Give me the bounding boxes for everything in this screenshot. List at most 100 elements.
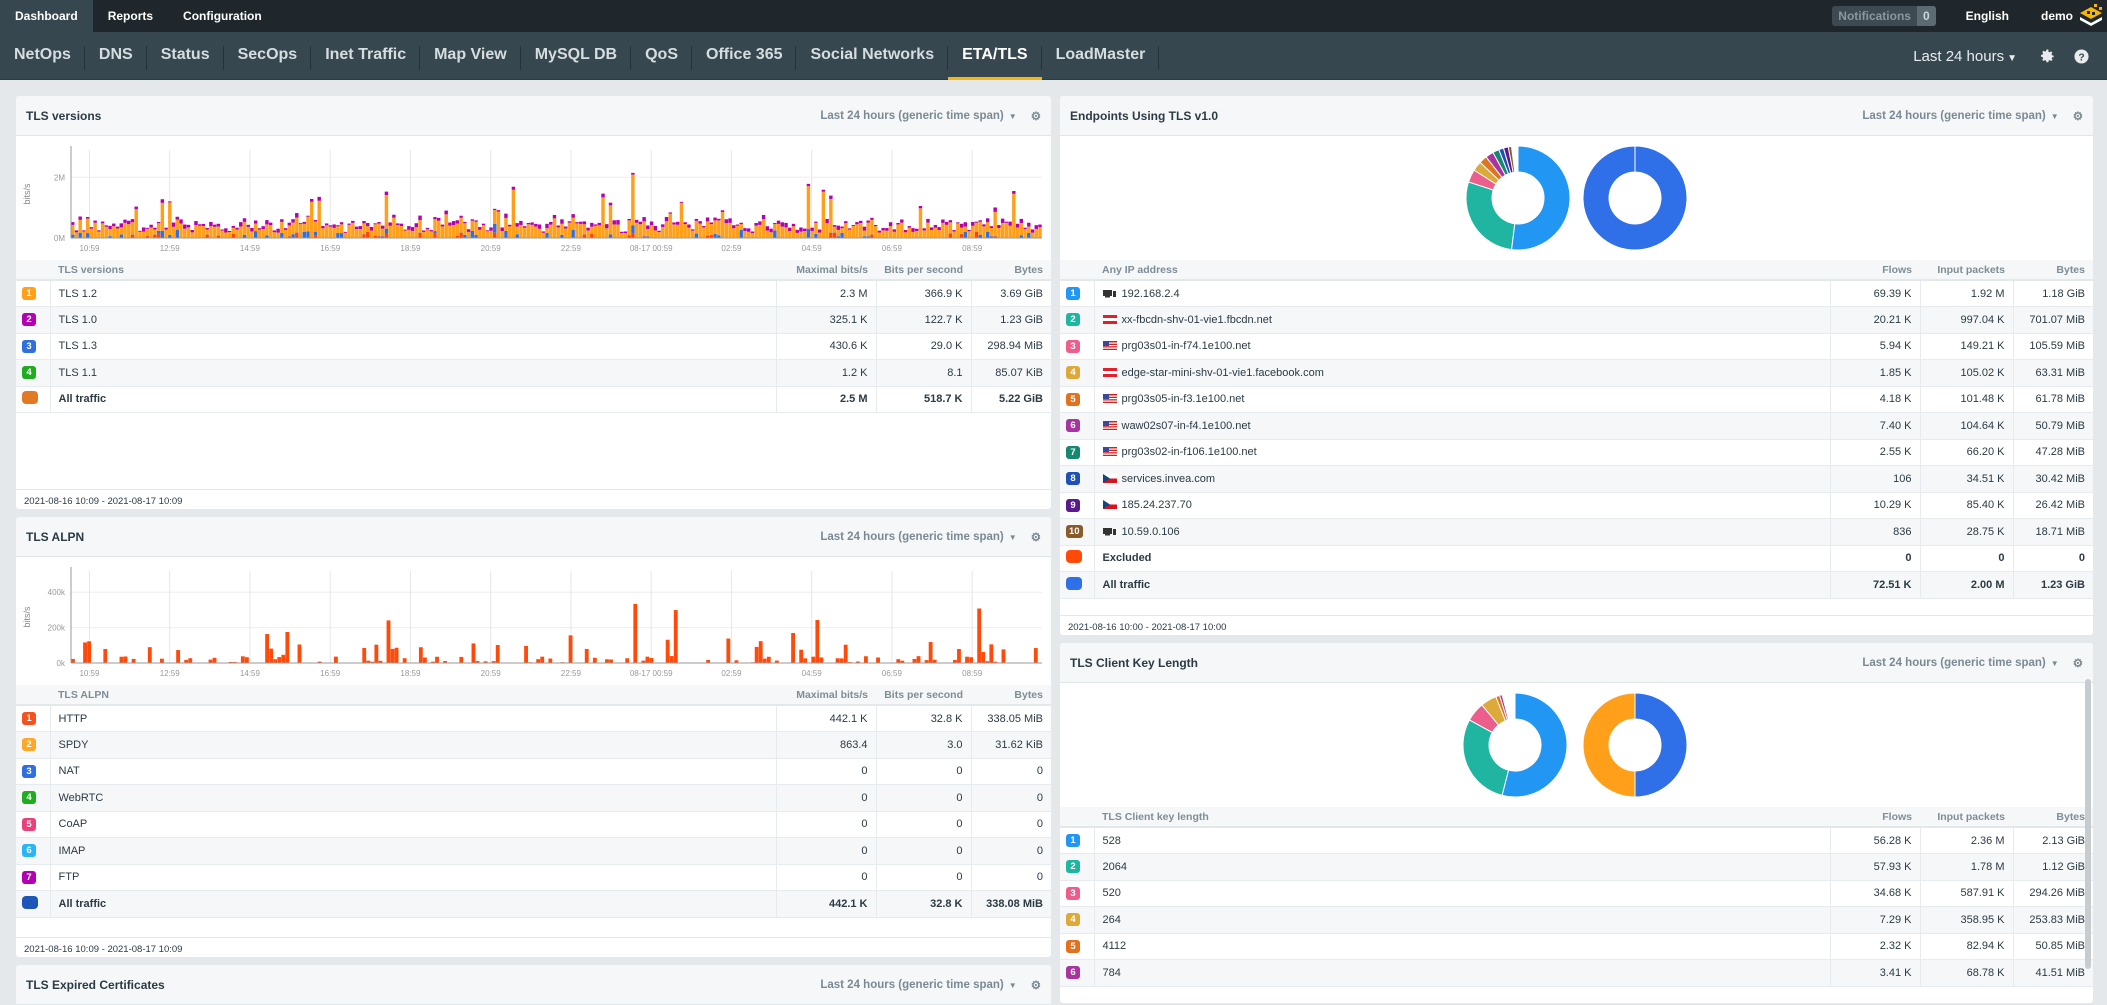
tab-eta-tls[interactable]: ETA/TLS xyxy=(948,32,1041,80)
table-row[interactable]: 3NAT000 xyxy=(16,758,1051,785)
row-label[interactable]: 784 xyxy=(1103,967,1121,979)
column-header[interactable]: Maximal bits/s xyxy=(776,260,876,280)
menu-reports[interactable]: Reports xyxy=(93,0,168,32)
row-label[interactable]: TLS 1.0 xyxy=(59,314,98,326)
donut-slice[interactable] xyxy=(1502,693,1567,797)
row-label[interactable]: 264 xyxy=(1103,914,1121,926)
panel-settings-icon[interactable]: ⚙ xyxy=(1031,530,1041,544)
tab-office-365[interactable]: Office 365 xyxy=(692,32,796,80)
menu-configuration[interactable]: Configuration xyxy=(168,0,277,32)
table-row[interactable]: 5prg03s05-in-f3.1e100.net4.18 K101.48 K6… xyxy=(1060,386,2093,413)
column-header[interactable]: Bytes xyxy=(2013,260,2093,280)
language-selector[interactable]: English xyxy=(1966,9,2009,23)
column-header[interactable]: Bits per second xyxy=(876,260,971,280)
tab-status[interactable]: Status xyxy=(147,32,224,80)
tab-qos[interactable]: QoS xyxy=(631,32,692,80)
panel-settings-icon[interactable]: ⚙ xyxy=(1031,109,1041,123)
column-header[interactable]: Flows xyxy=(1830,807,1920,827)
column-header[interactable]: Flows xyxy=(1830,260,1920,280)
time-span-dropdown[interactable]: Last 24 hours (generic time span) xyxy=(820,110,1003,122)
row-label[interactable]: xx-fbcdn-shv-01-vie1.fbcdn.net xyxy=(1122,314,1272,326)
table-row[interactable]: 1TLS 1.22.3 M366.9 K3.69 GiB xyxy=(16,280,1051,307)
column-header[interactable]: Maximal bits/s xyxy=(776,685,876,705)
row-label[interactable]: prg03s01-in-f74.1e100.net xyxy=(1122,340,1251,352)
table-row[interactable]: 352034.68 K587.91 K294.26 MiB xyxy=(1060,880,2093,907)
row-label[interactable]: TLS 1.1 xyxy=(59,367,98,379)
row-label[interactable]: TLS 1.2 xyxy=(59,288,98,300)
column-header[interactable]: TLS ALPN xyxy=(50,685,776,705)
table-row[interactable]: 3prg03s01-in-f74.1e100.net5.94 K149.21 K… xyxy=(1060,333,2093,360)
scrollbar[interactable] xyxy=(2085,679,2091,969)
column-header[interactable]: Bytes xyxy=(971,260,1051,280)
table-row[interactable]: 1010.59.0.10683628.75 K18.71 MiB xyxy=(1060,519,2093,546)
donut-slice[interactable] xyxy=(1583,693,1635,797)
table-row[interactable]: 152856.28 K2.36 M2.13 GiB xyxy=(1060,827,2093,854)
donut-slice[interactable] xyxy=(1511,146,1570,250)
panel-settings-icon[interactable]: ⚙ xyxy=(2073,109,2083,123)
tab-mysql-db[interactable]: MySQL DB xyxy=(521,32,631,80)
column-header[interactable]: Input packets xyxy=(1920,807,2013,827)
row-label[interactable]: 528 xyxy=(1103,835,1121,847)
table-row[interactable]: 3TLS 1.3430.6 K29.0 K298.94 MiB xyxy=(16,333,1051,360)
row-label[interactable]: edge-star-mini-shv-01-vie1.facebook.com xyxy=(1122,367,1324,379)
donut-slice[interactable] xyxy=(1463,720,1509,795)
table-row[interactable]: 2TLS 1.0325.1 K122.7 K1.23 GiB xyxy=(16,307,1051,334)
row-label[interactable]: 192.168.2.4 xyxy=(1122,288,1180,300)
help-icon[interactable]: ? xyxy=(2073,48,2089,64)
row-label[interactable]: TLS 1.3 xyxy=(59,340,98,352)
tab-social-networks[interactable]: Social Networks xyxy=(796,32,948,80)
row-label[interactable]: WebRTC xyxy=(59,792,104,804)
column-header[interactable]: Any IP address xyxy=(1094,260,1830,280)
time-range-dropdown[interactable]: Last 24 hours▼ xyxy=(1913,48,2017,65)
donut-slice[interactable] xyxy=(1583,146,1687,250)
panel-settings-icon[interactable]: ⚙ xyxy=(2073,656,2083,670)
notifications-button[interactable]: Notifications 0 xyxy=(1832,6,1935,26)
user-menu[interactable]: demo xyxy=(2041,9,2073,23)
table-row[interactable]: 9185.24.237.7010.29 K85.40 K26.42 MiB xyxy=(1060,492,2093,519)
row-label[interactable]: NAT xyxy=(59,765,80,777)
table-row[interactable]: 2xx-fbcdn-shv-01-vie1.fbcdn.net20.21 K99… xyxy=(1060,307,2093,334)
table-row[interactable]: 8services.invea.com10634.51 K30.42 MiB xyxy=(1060,466,2093,493)
row-label[interactable]: services.invea.com xyxy=(1122,473,1216,485)
donut-slice[interactable] xyxy=(1466,182,1515,250)
row-label[interactable]: SPDY xyxy=(59,739,89,751)
table-row[interactable]: 2206457.93 K1.78 M1.12 GiB xyxy=(1060,854,2093,881)
row-label[interactable]: 520 xyxy=(1103,887,1121,899)
time-span-dropdown[interactable]: Last 24 hours (generic time span) xyxy=(1862,657,2045,669)
row-label[interactable]: FTP xyxy=(59,871,80,883)
row-label[interactable]: prg03s02-in-f106.1e100.net xyxy=(1122,446,1257,458)
tab-loadmaster[interactable]: LoadMaster xyxy=(1042,32,1160,80)
row-label[interactable]: 185.24.237.70 xyxy=(1122,499,1192,511)
table-row[interactable]: 7prg03s02-in-f106.1e100.net2.55 K66.20 K… xyxy=(1060,439,2093,466)
row-label[interactable]: CoAP xyxy=(59,818,88,830)
time-span-dropdown[interactable]: Last 24 hours (generic time span) xyxy=(820,531,1003,543)
column-header[interactable]: Bits per second xyxy=(876,685,971,705)
tab-map-view[interactable]: Map View xyxy=(420,32,521,80)
table-row[interactable]: 6waw02s07-in-f4.1e100.net7.40 K104.64 K5… xyxy=(1060,413,2093,440)
table-row[interactable]: 42647.29 K358.95 K253.83 MiB xyxy=(1060,907,2093,934)
column-header[interactable]: TLS Client key length xyxy=(1094,807,1830,827)
table-row[interactable]: 4WebRTC000 xyxy=(16,785,1051,812)
column-header[interactable]: Input packets xyxy=(1920,260,2013,280)
column-header[interactable]: TLS versions xyxy=(50,260,776,280)
column-header[interactable]: Bytes xyxy=(2013,807,2093,827)
row-label[interactable]: waw02s07-in-f4.1e100.net xyxy=(1122,420,1251,432)
menu-dashboard[interactable]: Dashboard xyxy=(0,0,93,32)
row-label[interactable]: IMAP xyxy=(59,845,86,857)
table-row[interactable]: 7FTP000 xyxy=(16,864,1051,891)
table-row[interactable]: 4TLS 1.11.2 K8.185.07 KiB xyxy=(16,360,1051,387)
table-row[interactable]: 67843.41 K68.78 K41.51 MiB xyxy=(1060,960,2093,987)
tab-dns[interactable]: DNS xyxy=(85,32,147,80)
tab-secops[interactable]: SecOps xyxy=(224,32,312,80)
table-row[interactable]: 4edge-star-mini-shv-01-vie1.facebook.com… xyxy=(1060,360,2093,387)
table-row[interactable]: 541122.32 K82.94 K50.85 MiB xyxy=(1060,933,2093,960)
table-row[interactable]: 5CoAP000 xyxy=(16,811,1051,838)
table-row[interactable]: 6IMAP000 xyxy=(16,838,1051,865)
table-row[interactable]: 1192.168.2.469.39 K1.92 M1.18 GiB xyxy=(1060,280,2093,307)
tab-netops[interactable]: NetOps xyxy=(0,32,85,80)
donut-slice[interactable] xyxy=(1635,693,1687,797)
table-row[interactable]: 2SPDY863.43.031.62 KiB xyxy=(16,732,1051,759)
time-span-dropdown[interactable]: Last 24 hours (generic time span) xyxy=(1862,110,2045,122)
panel-settings-icon[interactable]: ⚙ xyxy=(1031,978,1041,992)
column-header[interactable]: Bytes xyxy=(971,685,1051,705)
